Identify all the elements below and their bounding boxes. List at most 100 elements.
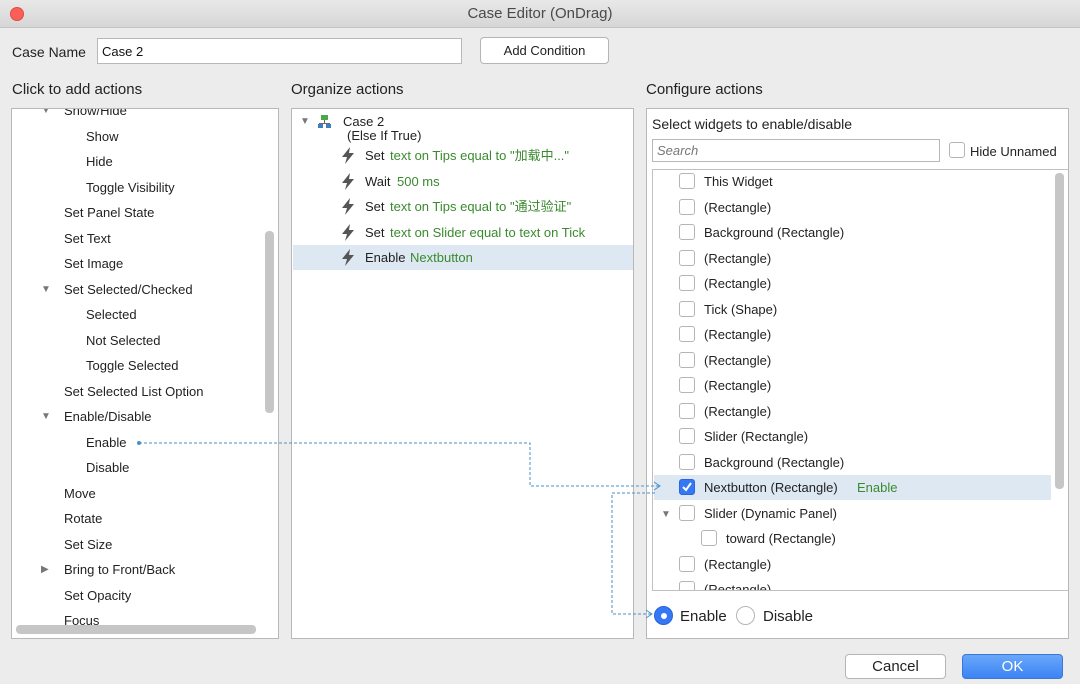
- widget-checkbox[interactable]: [679, 581, 695, 590]
- action-tree-item-rotate[interactable]: Rotate: [64, 507, 102, 531]
- action-row[interactable]: Set text on Slider equal to text on Tick: [293, 220, 633, 245]
- widget-checkbox[interactable]: [679, 326, 695, 342]
- action-tree-item-set-panel-state[interactable]: Set Panel State: [64, 201, 154, 225]
- section-title-organize-actions: Organize actions: [291, 81, 404, 98]
- action-tree-item-move[interactable]: Move: [64, 482, 96, 506]
- actions-tree-panel[interactable]: ▼ Show/Hide Show Hide Toggle Visibility Set P…: [11, 108, 279, 639]
- action-tree-item-toggle-visibility[interactable]: Toggle Visibility: [86, 176, 175, 200]
- widget-row[interactable]: This Widget: [654, 170, 1051, 194]
- widget-checkbox[interactable]: [679, 173, 695, 189]
- widget-row[interactable]: (Rectangle): [654, 552, 1051, 577]
- action-row[interactable]: Set text on Tips equal to "通过验证": [293, 194, 633, 219]
- widget-row[interactable]: (Rectangle): [654, 399, 1051, 424]
- cancel-button[interactable]: Cancel: [845, 654, 946, 679]
- widget-checkbox[interactable]: [679, 249, 695, 266]
- case-name-input[interactable]: [97, 38, 462, 64]
- case-icon: [318, 115, 331, 128]
- action-tree-item-toggle-selected[interactable]: Toggle Selected: [86, 354, 179, 378]
- expanded-triangle-icon[interactable]: ▼: [41, 109, 51, 116]
- action-tree-item-enable-disable[interactable]: Enable/Disable: [64, 405, 151, 429]
- ok-button[interactable]: OK: [962, 654, 1063, 679]
- action-tree-item-disable[interactable]: Disable: [86, 456, 129, 480]
- widget-checkbox[interactable]: [679, 300, 695, 317]
- actions-tree-scrollbar[interactable]: [262, 109, 278, 621]
- widget-label: (Rectangle): [704, 352, 772, 368]
- widget-row[interactable]: (Rectangle): [654, 373, 1051, 398]
- widget-checkbox[interactable]: [679, 428, 695, 444]
- action-row[interactable]: Wait 500 ms: [293, 169, 633, 194]
- widget-checkbox[interactable]: [679, 402, 695, 419]
- widget-checkbox[interactable]: [701, 530, 717, 546]
- widget-row[interactable]: toward (Rectangle): [654, 526, 1051, 551]
- action-tree-item-set-image[interactable]: Set Image: [64, 252, 123, 276]
- widget-list-scrollbar-thumb[interactable]: [1055, 173, 1064, 489]
- expanded-triangle-icon[interactable]: ▼: [661, 502, 671, 527]
- action-tree-item-hide[interactable]: Hide: [86, 150, 113, 174]
- widget-row[interactable]: (Rectangle): [654, 246, 1051, 271]
- actions-tree-hscrollbar-thumb[interactable]: [16, 625, 256, 634]
- widget-checkbox[interactable]: [679, 275, 695, 291]
- action-row[interactable]: Set text on Tips equal to "加载中...": [293, 143, 633, 168]
- widget-checkbox[interactable]: [679, 453, 695, 470]
- action-tree-item-not-selected[interactable]: Not Selected: [86, 329, 160, 353]
- action-tree-item-show[interactable]: Show: [86, 125, 119, 149]
- actions-tree-scrollbar-thumb[interactable]: [265, 231, 274, 413]
- widget-list[interactable]: This Widget (Rectangle) Background (Rectan…: [652, 169, 1068, 591]
- collapsed-triangle-icon[interactable]: ▶: [41, 564, 49, 575]
- action-tree-item-selected[interactable]: Selected: [86, 303, 137, 327]
- widget-checkbox[interactable]: [679, 224, 695, 240]
- action-tree-item-set-text[interactable]: Set Text: [64, 227, 111, 251]
- action-tree-item-enable[interactable]: Enable: [86, 431, 126, 455]
- widget-row[interactable]: Tick (Shape): [654, 297, 1051, 322]
- widget-row[interactable]: (Rectangle): [654, 322, 1051, 347]
- action-verb: Set: [365, 224, 385, 240]
- action-tree-item-set-selected-checked[interactable]: Set Selected/Checked: [64, 278, 193, 302]
- widget-row[interactable]: Background (Rectangle): [654, 220, 1051, 245]
- widget-row[interactable]: (Rectangle): [654, 348, 1051, 373]
- case-expand-triangle-icon[interactable]: ▼: [300, 116, 310, 127]
- action-detail: 500 ms: [397, 173, 440, 189]
- configure-heading: Select widgets to enable/disable: [652, 116, 853, 132]
- section-title-configure-actions: Configure actions: [646, 81, 763, 98]
- action-tree-item-bring-to-front-back[interactable]: Bring to Front/Back: [64, 558, 175, 582]
- widget-label: toward (Rectangle): [726, 531, 836, 546]
- widget-row[interactable]: Background (Rectangle): [654, 450, 1051, 475]
- case-name-label: Case Name: [12, 44, 86, 60]
- section-title-add-actions: Click to add actions: [12, 81, 143, 98]
- disable-radio[interactable]: [736, 606, 755, 625]
- action-tree-item-set-opacity[interactable]: Set Opacity: [64, 584, 131, 608]
- action-tree-item-set-size[interactable]: Set Size: [64, 533, 112, 557]
- widget-checkbox[interactable]: [679, 555, 695, 572]
- enable-radio-label: Enable: [680, 608, 727, 625]
- add-condition-button[interactable]: Add Condition: [480, 37, 609, 64]
- widget-row[interactable]: (Rectangle): [654, 577, 1051, 591]
- widget-checkbox[interactable]: [679, 504, 695, 521]
- lightning-bolt-icon: [342, 223, 354, 241]
- configure-actions-panel: Select widgets to enable/disable Hide Un…: [646, 108, 1069, 639]
- organize-actions-panel[interactable]: ▼ Case 2 (Else If True) Set text on Tips …: [291, 108, 634, 639]
- action-row[interactable]: Enable Nextbutton: [293, 245, 633, 270]
- hide-unnamed-checkbox[interactable]: [949, 142, 965, 158]
- widget-checkbox[interactable]: [679, 479, 695, 495]
- action-tree-item-show-hide[interactable]: Show/Hide: [64, 109, 127, 123]
- close-window-button[interactable]: [10, 7, 24, 21]
- enable-radio[interactable]: [654, 606, 673, 625]
- expanded-triangle-icon[interactable]: ▼: [41, 284, 51, 295]
- action-verb: Enable: [365, 250, 406, 265]
- widget-label: (Rectangle): [704, 582, 772, 591]
- widget-row[interactable]: Nextbutton (Rectangle) Enable: [654, 475, 1051, 500]
- widget-search-input[interactable]: [652, 139, 940, 162]
- action-detail: text on Slider equal to text on Tick: [390, 224, 586, 240]
- widget-checkbox[interactable]: [679, 351, 695, 368]
- action-tree-item-set-selected-list-option[interactable]: Set Selected List Option: [64, 380, 203, 404]
- widget-row[interactable]: (Rectangle): [654, 195, 1051, 220]
- widget-list-scrollbar[interactable]: [1052, 170, 1068, 590]
- widget-checkbox[interactable]: [679, 198, 695, 215]
- window-title: Case Editor (OnDrag): [467, 5, 613, 22]
- expanded-triangle-icon[interactable]: ▼: [41, 411, 51, 422]
- widget-checkbox[interactable]: [679, 377, 695, 393]
- widget-row[interactable]: Slider (Rectangle): [654, 424, 1051, 449]
- widget-row[interactable]: ▼ Slider (Dynamic Panel): [654, 501, 1051, 526]
- title-bar: Case Editor (OnDrag): [0, 0, 1080, 28]
- widget-row[interactable]: (Rectangle): [654, 271, 1051, 296]
